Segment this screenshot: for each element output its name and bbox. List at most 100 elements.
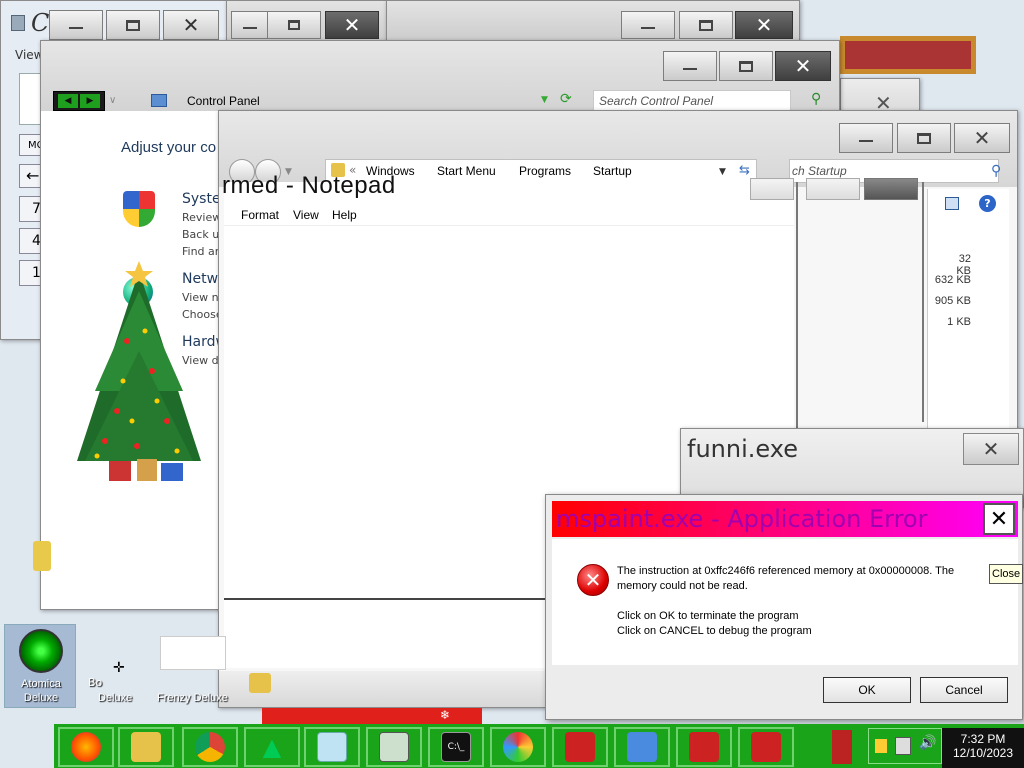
error-close-button[interactable]: ✕ <box>983 503 1015 535</box>
cancel-button[interactable]: Cancel <box>920 677 1008 703</box>
notepad-menu-view[interactable]: View <box>293 208 319 222</box>
funni-close-button[interactable]: ✕ <box>963 433 1019 465</box>
cp-search-input[interactable]: Search Control Panel <box>593 90 791 112</box>
toolbox-icon <box>751 732 781 762</box>
preview-pane-icon[interactable] <box>945 197 959 210</box>
cp-back-forward-buttons[interactable]: ◀ ▶ <box>53 91 105 111</box>
network-icon[interactable] <box>895 737 911 755</box>
desktop-icon-atomica-label: Atomica Deluxe <box>21 678 61 704</box>
cp-heading: Adjust your co <box>121 139 217 156</box>
control-panel-icon <box>151 94 167 107</box>
cp-close-button[interactable]: ✕ <box>775 51 831 81</box>
explorer-min-button[interactable] <box>839 123 893 153</box>
calculator-close-button[interactable]: ✕ <box>163 10 219 40</box>
system-tray: 🔊 <box>868 728 942 764</box>
taskbar-christmas-tree[interactable]: ▲ <box>244 727 300 767</box>
hidden-max-button[interactable] <box>806 178 860 200</box>
flag-icon[interactable] <box>875 739 887 753</box>
bg3-close-button[interactable]: ✕ <box>735 11 793 39</box>
volume-icon[interactable]: 🔊 <box>919 735 936 751</box>
explorer-refresh-icon[interactable]: ⇆ <box>739 163 750 178</box>
notepad-menu-help[interactable]: Help <box>332 208 357 222</box>
bg2-min-button[interactable] <box>231 11 269 39</box>
taskbar-control-panel[interactable] <box>614 727 670 767</box>
clock[interactable]: 7:32 PM 12/10/2023 <box>942 728 1024 768</box>
taskbar-calculator[interactable] <box>366 727 422 767</box>
folder-status-icon <box>249 673 271 693</box>
search-icon[interactable]: ⚲ <box>811 91 821 107</box>
taskbar-firefox[interactable] <box>58 727 114 767</box>
bg2-max-button[interactable] <box>267 11 321 39</box>
taskbar-toolbox-2[interactable] <box>676 727 732 767</box>
bg2-close-button[interactable]: ✕ <box>325 11 379 39</box>
calculator-title: C <box>31 9 50 37</box>
taskbar-tray-divider <box>832 730 852 764</box>
taskbar-paint[interactable] <box>490 727 546 767</box>
calculator-icon <box>379 732 409 762</box>
cmd-icon: C:\_ <box>441 732 471 762</box>
breadcrumb-start-menu[interactable]: Start Menu <box>437 164 496 178</box>
recent-pages-chevron-icon[interactable]: ∨ <box>109 95 116 106</box>
notepad-menu-format[interactable]: Format <box>241 208 279 222</box>
breadcrumb-programs[interactable]: Programs <box>519 164 571 178</box>
hidden-close-button[interactable] <box>864 178 918 200</box>
desktop-icon-atomica[interactable]: Atomica Deluxe <box>4 624 76 708</box>
bg3-min-button[interactable] <box>621 11 675 39</box>
cp-min-button[interactable] <box>663 51 717 81</box>
taskbar-chrome[interactable] <box>182 727 238 767</box>
error-body <box>552 539 1018 665</box>
file-size-4: 1 KB <box>947 316 971 328</box>
taskbar-toolbox-1[interactable] <box>552 727 608 767</box>
divider-line-right <box>922 182 924 422</box>
error-dialog: mspaint.exe - Application Error ✕ ✕ The … <box>545 494 1023 720</box>
taskbar-toolbox-3[interactable] <box>738 727 794 767</box>
file-explorer-icon <box>131 732 161 762</box>
close-tooltip: Close <box>989 564 1023 584</box>
bottom-input-box <box>160 636 226 670</box>
cp-section-system-line3[interactable]: Find an <box>182 245 222 258</box>
calculator-max-button[interactable] <box>106 10 160 40</box>
error-icon: ✕ <box>577 564 609 596</box>
system-security-icon <box>123 191 155 227</box>
address-dropdown-icon[interactable]: ▼ <box>541 95 548 105</box>
notepad-icon <box>317 732 347 762</box>
radiation-icon <box>19 629 63 673</box>
explorer-max-button[interactable] <box>897 123 951 153</box>
snowflake-icon: ❄ <box>440 708 451 722</box>
notepad-title: rmed - Notepad <box>222 172 396 199</box>
cp-section-system-line1[interactable]: Review <box>182 211 221 224</box>
hidden-min-button[interactable] <box>750 178 794 200</box>
taskbar-cmd[interactable]: C:\_ <box>428 727 484 767</box>
explorer-search-icon[interactable]: ⚲ <box>991 163 1001 179</box>
folder-icon <box>33 541 51 571</box>
cp-max-button[interactable] <box>719 51 773 81</box>
calculator-min-button[interactable] <box>49 10 103 40</box>
address-dropdown-icon[interactable]: ▼ <box>719 167 726 177</box>
help-icon[interactable]: ? <box>979 195 996 212</box>
forward-arrow-icon[interactable]: ▶ <box>80 94 100 108</box>
taskbar-explorer[interactable] <box>118 727 174 767</box>
taskbar-notepad[interactable] <box>304 727 360 767</box>
file-size-3: 905 KB <box>934 295 971 307</box>
back-arrow-icon[interactable]: ◀ <box>58 94 78 108</box>
bg3-max-button[interactable] <box>679 11 733 39</box>
refresh-icon[interactable]: ⟳ <box>560 91 572 107</box>
cp-section-system-title[interactable]: Syste <box>182 191 221 207</box>
cp-address-text[interactable]: Control Panel <box>187 94 260 108</box>
desktop-icon-bo-label: Bo <box>88 676 103 689</box>
error-message-line2: memory could not be read. <box>617 580 748 592</box>
clock-date: 12/10/2023 <box>952 746 1014 760</box>
error-instruction-ok: Click on OK to terminate the program <box>617 610 799 622</box>
funni-title: funni.exe <box>687 435 798 463</box>
ok-button[interactable]: OK <box>823 677 911 703</box>
file-size-2: 632 KB <box>934 274 971 286</box>
explorer-close-button[interactable]: ✕ <box>954 123 1010 153</box>
firefox-icon <box>71 732 101 762</box>
control-panel-icon <box>627 732 657 762</box>
desktop-icon-frenzy[interactable]: Frenzy Deluxe <box>155 690 228 710</box>
desktop-icon-deluxe[interactable]: Bo Deluxe <box>86 650 146 710</box>
error-message-line1: The instruction at 0xffc246f6 referenced… <box>617 565 955 577</box>
christmas-tree-icon: ▲ <box>262 733 282 761</box>
breadcrumb-startup[interactable]: Startup <box>593 164 632 178</box>
clock-time: 7:32 PM <box>960 732 1006 746</box>
